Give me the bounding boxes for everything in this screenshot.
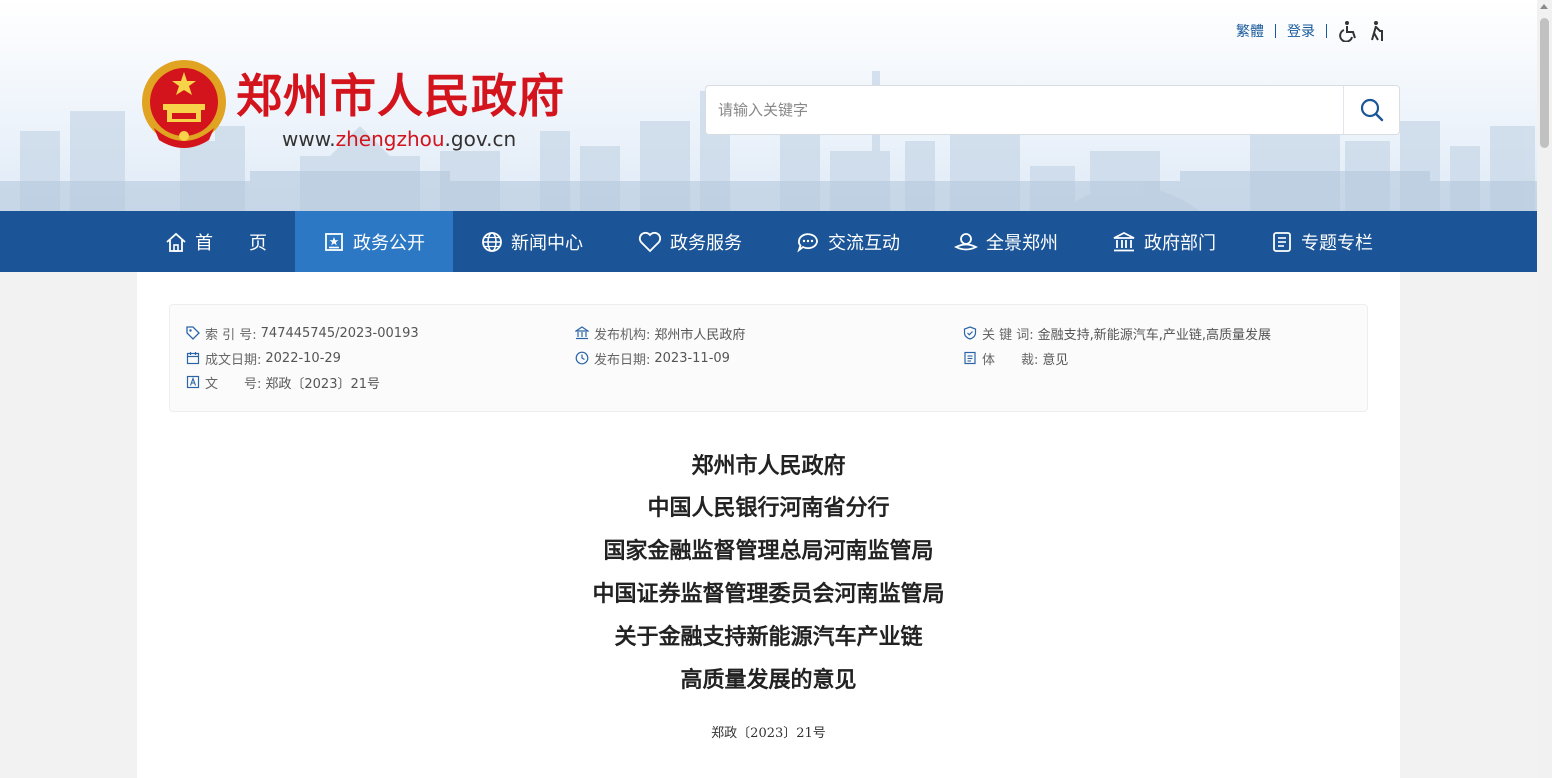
- heart-icon: [638, 231, 662, 252]
- meta-value: 郑州市人民政府: [654, 327, 746, 343]
- meta-label: 成文日期:: [205, 352, 262, 368]
- document-number: 郑政〔2023〕21号: [711, 726, 826, 741]
- document-title-line: 国家金融监督管理总局河南监管局: [603, 538, 934, 564]
- meta-publish-date: 发布日期: 2023-11-09: [575, 348, 730, 368]
- document-metadata-panel: 索 引 号: 747445745/2023-00193 发布机构: 郑州市人民政…: [169, 304, 1368, 412]
- meta-label: 关 键 词:: [982, 327, 1034, 343]
- nav-item-interaction[interactable]: 交流互动: [769, 211, 927, 272]
- top-links: 繁體 登录: [1236, 18, 1394, 44]
- national-emblem-logo: [142, 60, 226, 148]
- site-url-suffix: .gov.cn: [444, 127, 517, 151]
- gov-affairs-icon: [325, 232, 343, 251]
- topic-icon: [1273, 231, 1291, 252]
- page-scrollbar[interactable]: [1537, 0, 1552, 778]
- shield-check-icon: [963, 326, 977, 340]
- scroll-up-arrow-icon[interactable]: [1540, 4, 1548, 9]
- meta-index-no: 索 引 号: 747445745/2023-00193: [186, 323, 419, 343]
- meta-label: 索 引 号:: [205, 327, 257, 343]
- meta-label: 发布日期:: [594, 352, 651, 368]
- main-nav: 首 页 政务公开 新闻中心 政务服务 交流互动 全景郑州 政府部门 专题专栏: [0, 211, 1537, 272]
- meta-value: 2023-11-09: [654, 350, 730, 366]
- clock-icon: [575, 351, 589, 365]
- meta-label: 发布机构:: [594, 327, 651, 343]
- site-url-highlight: zhengzhou: [335, 127, 445, 151]
- nav-item-services[interactable]: 政务服务: [611, 211, 769, 272]
- nav-label: 政务服务: [670, 232, 742, 254]
- site-url-prefix: www.: [282, 127, 336, 151]
- meta-publisher: 发布机构: 郑州市人民政府: [575, 323, 745, 343]
- nav-item-topics[interactable]: 专题专栏: [1243, 211, 1401, 272]
- globe-icon: [482, 231, 502, 252]
- nav-label: 政府部门: [1144, 232, 1216, 254]
- nav-label: 专题专栏: [1301, 232, 1373, 254]
- document-icon: [964, 351, 976, 365]
- nav-item-gov-affairs[interactable]: 政务公开: [295, 211, 453, 272]
- document-title-line: 高质量发展的意见: [680, 667, 857, 693]
- nav-label: 政务公开: [353, 232, 425, 254]
- institution-icon: [575, 326, 589, 340]
- nav-item-panorama[interactable]: 全景郑州: [927, 211, 1085, 272]
- chat-icon: [797, 232, 818, 252]
- document-title-line: 关于金融支持新能源汽车产业链: [614, 624, 923, 650]
- article-container: 索 引 号: 747445745/2023-00193 发布机构: 郑州市人民政…: [137, 272, 1400, 778]
- site-url: www.zhengzhou.gov.cn: [282, 127, 516, 151]
- document-title-line: 中国人民银行河南省分行: [647, 495, 890, 521]
- home-icon: [166, 232, 186, 252]
- nav-item-departments[interactable]: 政府部门: [1085, 211, 1243, 272]
- building-icon: [1113, 231, 1135, 251]
- meta-value: 747445745/2023-00193: [260, 325, 419, 341]
- document-title-line: 郑州市人民政府: [691, 453, 846, 479]
- traditional-chinese-link[interactable]: 繁體: [1236, 21, 1264, 41]
- scrollbar-thumb[interactable]: [1540, 18, 1549, 148]
- nav-label: 首 页: [195, 232, 267, 254]
- text-icon: [186, 375, 200, 389]
- panorama-icon: [954, 232, 978, 250]
- meta-doc-number: 文 号: 郑政〔2023〕21号: [186, 372, 380, 392]
- search-input[interactable]: [718, 86, 1328, 134]
- meta-value: 2022-10-29: [265, 350, 341, 366]
- nav-label: 新闻中心: [511, 232, 583, 254]
- meta-keywords: 关 键 词: 金融支持,新能源汽车,产业链,高质量发展: [963, 323, 1271, 343]
- search-icon: [1360, 98, 1383, 122]
- separator: [1326, 24, 1327, 38]
- meta-label: 文 号:: [205, 376, 262, 392]
- nav-item-news[interactable]: 新闻中心: [453, 211, 611, 272]
- separator: [1275, 24, 1276, 38]
- accessibility-wheelchair-icon[interactable]: [1338, 20, 1360, 42]
- meta-value: 金融支持,新能源汽车,产业链,高质量发展: [1037, 327, 1272, 343]
- calendar-icon: [186, 352, 200, 365]
- nav-item-home[interactable]: 首 页: [137, 211, 295, 272]
- tag-icon: [186, 326, 200, 340]
- meta-label: 体 裁:: [982, 352, 1039, 368]
- meta-value: 意见: [1042, 352, 1069, 368]
- search-button[interactable]: [1343, 86, 1399, 134]
- site-header: 郑州市人民政府 www.zhengzhou.gov.cn 繁體 登录: [0, 0, 1537, 211]
- nav-label: 全景郑州: [986, 232, 1058, 254]
- meta-genre: 体 裁: 意见: [963, 348, 1068, 368]
- meta-created-date: 成文日期: 2022-10-29: [186, 348, 341, 368]
- nav-label: 交流互动: [828, 232, 900, 254]
- meta-value: 郑政〔2023〕21号: [265, 376, 381, 392]
- search-box: [705, 85, 1400, 135]
- login-link[interactable]: 登录: [1287, 21, 1315, 41]
- site-title[interactable]: 郑州市人民政府: [236, 66, 565, 126]
- elderly-mode-icon[interactable]: [1366, 20, 1388, 42]
- document-title-line: 中国证券监督管理委员会河南监管局: [592, 581, 945, 607]
